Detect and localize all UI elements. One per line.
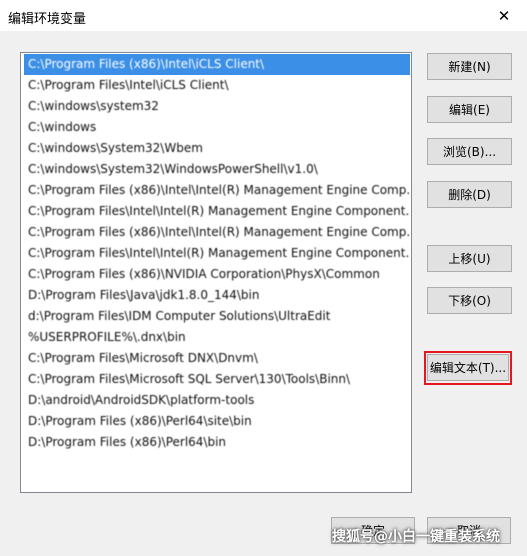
- list-item-label: D:\android\AndroidSDK\platform-tools: [28, 393, 255, 407]
- browse-button[interactable]: 浏览(B)...: [427, 138, 512, 165]
- path-list[interactable]: C:\Program Files (x86)\Intel\iCLS Client…: [20, 52, 412, 493]
- list-item-label: C:\Program Files\Intel\iCLS Client\: [28, 78, 229, 92]
- list-item-label: C:\Program Files (x86)\Intel\iCLS Client…: [28, 57, 265, 71]
- move-down-button[interactable]: 下移(O): [427, 287, 512, 314]
- list-item[interactable]: C:\Program Files\Microsoft DNX\Dnvm\: [24, 348, 410, 369]
- list-item[interactable]: C:\Program Files\Intel\Intel(R) Manageme…: [24, 243, 410, 264]
- new-button[interactable]: 新建(N): [427, 53, 512, 80]
- list-item-label: C:\windows\system32: [28, 99, 159, 113]
- list-item-label: C:\Program Files (x86)\Intel\Intel(R) Ma…: [28, 225, 410, 239]
- list-item-label: C:\Program Files (x86)\NVIDIA Corporatio…: [28, 267, 380, 281]
- list-item-label: C:\windows\System32\Wbem: [28, 141, 203, 155]
- list-item-label: C:\windows: [28, 120, 97, 134]
- list-item-label: C:\Program Files\Intel\Intel(R) Manageme…: [28, 246, 410, 260]
- list-item[interactable]: C:\windows\system32: [24, 96, 410, 117]
- list-item[interactable]: d:\Program Files\IDM Computer Solutions\…: [24, 306, 410, 327]
- close-button[interactable]: ✕: [481, 0, 527, 31]
- move-up-button[interactable]: 上移(U): [427, 245, 512, 272]
- list-item-label: d:\Program Files\IDM Computer Solutions\…: [28, 309, 331, 323]
- list-item-label: C:\Program Files (x86)\Intel\Intel(R) Ma…: [28, 183, 410, 197]
- list-item[interactable]: C:\Program Files\Intel\Intel(R) Manageme…: [24, 201, 410, 222]
- list-item[interactable]: D:\Program Files\Java\jdk1.8.0_144\bin: [24, 285, 410, 306]
- list-item-label: C:\Program Files\Microsoft SQL Server\13…: [28, 372, 351, 386]
- list-item-label: C:\Program Files\Intel\Intel(R) Manageme…: [28, 204, 410, 218]
- delete-button[interactable]: 删除(D): [427, 181, 512, 208]
- list-item[interactable]: C:\Program Files\Intel\iCLS Client\: [24, 75, 410, 96]
- close-icon: ✕: [497, 6, 511, 25]
- list-item[interactable]: D:\android\AndroidSDK\platform-tools: [24, 390, 410, 411]
- list-item[interactable]: %USERPROFILE%\.dnx\bin: [24, 327, 410, 348]
- list-item-label: C:\windows\System32\WindowsPowerShell\v1…: [28, 162, 318, 176]
- dialog-client-area: C:\Program Files (x86)\Intel\iCLS Client…: [0, 31, 527, 556]
- list-item[interactable]: C:\Program Files (x86)\Intel\Intel(R) Ma…: [24, 222, 410, 243]
- list-item[interactable]: C:\Program Files\Microsoft SQL Server\13…: [24, 369, 410, 390]
- list-item[interactable]: D:\Program Files (x86)\Perl64\bin: [24, 432, 410, 453]
- edit-button[interactable]: 编辑(E): [427, 96, 512, 123]
- list-item[interactable]: C:\Program Files (x86)\Intel\iCLS Client…: [24, 54, 410, 75]
- list-item-label: D:\Program Files\Java\jdk1.8.0_144\bin: [28, 288, 260, 302]
- list-item[interactable]: C:\Program Files (x86)\Intel\Intel(R) Ma…: [24, 180, 410, 201]
- list-item[interactable]: C:\windows: [24, 117, 410, 138]
- list-item[interactable]: C:\windows\System32\WindowsPowerShell\v1…: [24, 159, 410, 180]
- list-item-label: D:\Program Files (x86)\Perl64\site\bin: [28, 414, 252, 428]
- list-item[interactable]: C:\windows\System32\Wbem: [24, 138, 410, 159]
- list-item-label: D:\Program Files (x86)\Perl64\bin: [28, 435, 227, 449]
- window-title: 编辑环境变量: [8, 12, 87, 27]
- list-item-label: %USERPROFILE%\.dnx\bin: [28, 330, 186, 344]
- list-item-label: C:\Program Files\Microsoft DNX\Dnvm\: [28, 351, 258, 365]
- edit-text-button[interactable]: 编辑文本(T)...: [427, 354, 509, 381]
- list-item[interactable]: C:\Program Files (x86)\NVIDIA Corporatio…: [24, 264, 410, 285]
- title-bar: 编辑环境变量 ✕: [0, 0, 527, 31]
- list-item[interactable]: D:\Program Files (x86)\Perl64\site\bin: [24, 411, 410, 432]
- watermark-text: 搜狐号@小白一键重装系统: [332, 529, 500, 545]
